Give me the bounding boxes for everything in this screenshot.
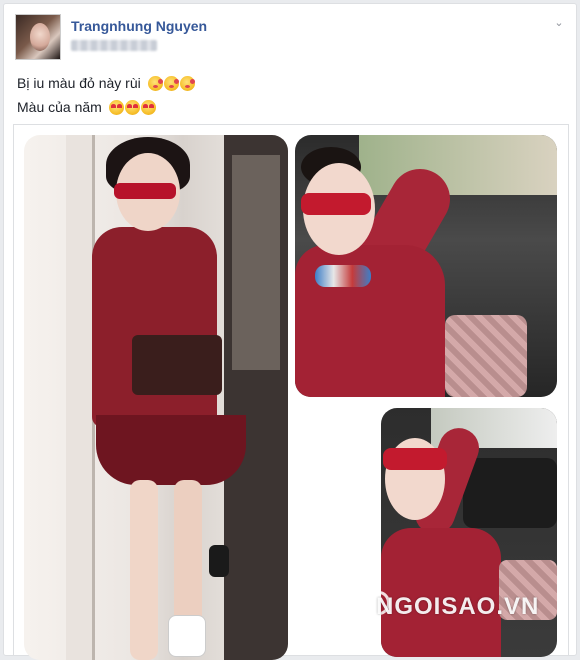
photo-mirror-selfie[interactable] xyxy=(24,135,288,660)
heart-eyes-emoji-icon xyxy=(108,100,124,115)
post-text-line-1: Bị iu màu đỏ này rùi xyxy=(17,73,196,97)
chevron-down-icon[interactable]: ⌄ xyxy=(552,16,566,30)
post-text: Bị iu màu đỏ này rùi Màu của năm xyxy=(17,73,196,121)
emoji-group-kiss xyxy=(147,76,196,97)
kissing-heart-emoji-icon xyxy=(179,76,195,91)
author-name[interactable]: Trangnhung Nguyen xyxy=(71,18,207,34)
post-text-line-1-content: Bị iu màu đỏ này rùi xyxy=(17,75,141,91)
kissing-heart-emoji-icon xyxy=(147,76,163,91)
post-timestamp-blurred xyxy=(71,40,157,51)
photo-car-selfie-1[interactable] xyxy=(295,135,557,397)
heart-eyes-emoji-icon xyxy=(140,100,156,115)
post-text-line-2: Màu của năm xyxy=(17,97,196,121)
heart-eyes-emoji-icon xyxy=(124,100,140,115)
author-avatar[interactable] xyxy=(15,14,61,60)
photo-gallery xyxy=(13,124,569,660)
kissing-heart-emoji-icon xyxy=(163,76,179,91)
emoji-group-heart-eyes xyxy=(108,100,157,121)
watermark-text: NGOISAO.VN xyxy=(376,593,540,620)
post-text-line-2-content: Màu của năm xyxy=(17,99,102,115)
